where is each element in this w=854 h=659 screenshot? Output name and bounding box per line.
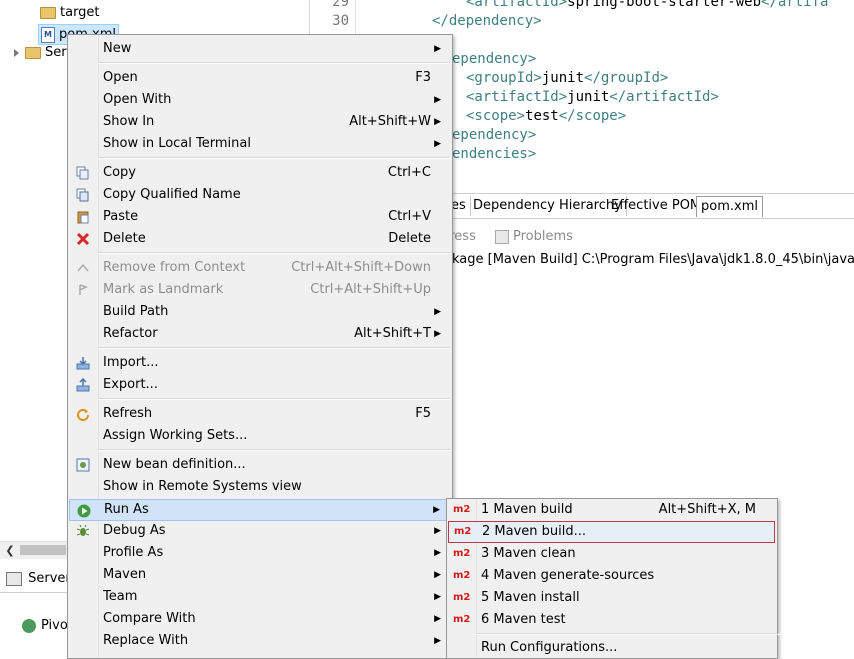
bean-icon — [76, 458, 90, 472]
submenu-item-maven-build-dialog[interactable]: m2 2 Maven build... — [448, 521, 775, 543]
menu-item-replace-with[interactable]: Replace With ▶ — [69, 630, 451, 652]
menu-item-maven[interactable]: Maven ▶ — [69, 564, 451, 586]
menu-item-paste[interactable]: Paste Ctrl+V — [69, 206, 451, 228]
menu-item-mark-as-landmark: Mark as Landmark Ctrl+Alt+Shift+Up — [69, 279, 451, 301]
submenu-item-maven-build[interactable]: m2 1 Maven build Alt+Shift+X, M — [448, 499, 776, 521]
menu-item-import[interactable]: Import... — [69, 352, 451, 374]
paste-icon — [77, 211, 89, 224]
run-as-submenu: m2 1 Maven build Alt+Shift+X, M m2 2 Maven … — [446, 498, 828, 659]
menu-item-show-in[interactable]: Show In Alt+Shift+W ▶ — [69, 111, 451, 133]
tab-pom-xml[interactable]: pom.xml — [696, 196, 763, 217]
m2-icon: m2 — [453, 592, 471, 603]
menu-item-new-bean-definition[interactable]: New bean definition... — [69, 454, 451, 476]
code-line: <artifactId>spring-boot-starter-web</art… — [466, 0, 829, 10]
folder-icon — [40, 6, 56, 19]
m2-icon: m2 — [453, 504, 471, 515]
submenu-arrow-icon: ▶ — [434, 95, 441, 105]
submenu-arrow-icon: ▶ — [434, 139, 441, 149]
debug-icon — [76, 524, 90, 536]
delete-icon — [76, 232, 90, 246]
code-line: ependency> — [452, 127, 537, 143]
code-line: <scope>test</scope> — [466, 108, 627, 124]
submenu-arrow-icon: ▶ — [434, 570, 441, 580]
menu-item-compare-with[interactable]: Compare With ▶ — [69, 608, 451, 630]
menu-item-assign-working-sets[interactable]: Assign Working Sets... — [69, 425, 451, 447]
m2-icon: m2 — [453, 614, 471, 625]
pivotal-server-item[interactable]: Pivo — [22, 616, 68, 636]
menu-item-new[interactable]: New ▶ — [69, 38, 451, 60]
menu-item-show-in-remote-systems[interactable]: Show in Remote Systems view — [69, 476, 451, 498]
menu-item-open-with[interactable]: Open With ▶ — [69, 89, 451, 111]
code-line: endencies> — [452, 146, 537, 162]
copy-icon — [76, 166, 89, 180]
menu-item-build-path[interactable]: Build Path ▶ — [69, 301, 451, 323]
submenu-item-maven-clean[interactable]: m2 3 Maven clean — [448, 543, 776, 565]
menu-item-team[interactable]: Team ▶ — [69, 586, 451, 608]
submenu-arrow-icon: ▶ — [434, 548, 441, 558]
tab-effective-pom[interactable]: Effective POM — [607, 196, 707, 216]
expand-arrow-icon[interactable] — [14, 48, 19, 57]
tree-item-servers[interactable]: Serv — [14, 43, 74, 62]
menu-item-delete[interactable]: Delete Delete — [69, 228, 451, 250]
submenu-item-maven-install[interactable]: m2 5 Maven install — [448, 587, 776, 609]
menu-item-run-as[interactable]: Run As ▶ — [69, 499, 451, 521]
m2-icon: m2 — [454, 526, 472, 537]
menu-item-copy[interactable]: Copy Ctrl+C — [69, 162, 451, 184]
code-line: <groupId>junit</groupId> — [466, 70, 669, 86]
menu-item-debug-as[interactable]: Debug As ▶ — [69, 520, 451, 542]
run-icon — [77, 504, 91, 518]
submenu-arrow-icon: ▶ — [434, 329, 441, 339]
refresh-icon — [77, 409, 89, 421]
menu-item-show-in-local-terminal[interactable]: Show in Local Terminal ▶ — [69, 133, 451, 155]
tab-dependency-hierarchy[interactable]: Dependency Hierarchy — [469, 196, 627, 216]
menu-item-refactor[interactable]: Refactor Alt+Shift+T ▶ — [69, 323, 451, 345]
remove-context-icon — [77, 263, 89, 272]
m2-icon: m2 — [453, 570, 471, 581]
pivotal-icon — [22, 618, 36, 633]
code-line: ependency> — [452, 51, 537, 67]
line-number: 29 — [332, 0, 349, 10]
export-icon — [76, 378, 90, 392]
tree-item-target[interactable]: target — [40, 3, 100, 22]
line-number: 30 — [332, 13, 349, 29]
xml-file-icon: M — [41, 26, 55, 43]
copy-qualified-icon — [76, 188, 89, 202]
submenu-arrow-icon: ▶ — [434, 307, 441, 317]
import-icon — [76, 357, 90, 370]
context-menu: New ▶ Open F3 Open With ▶ Show In Alt+Shift+… — [67, 34, 453, 659]
submenu-item-maven-test[interactable]: m2 6 Maven test — [448, 609, 776, 631]
servers-icon — [6, 571, 22, 586]
menu-item-profile-as[interactable]: Profile As ▶ — [69, 542, 451, 564]
landmark-icon — [79, 284, 88, 295]
submenu-arrow-icon: ▶ — [434, 117, 441, 127]
menu-item-copy-qualified-name[interactable]: Copy Qualified Name — [69, 184, 451, 206]
submenu-arrow-icon: ▶ — [434, 592, 441, 602]
folder-icon — [25, 46, 41, 59]
submenu-item-run-configurations[interactable]: Run Configurations... — [448, 637, 776, 659]
menu-item-refresh[interactable]: Refresh F5 — [69, 403, 451, 425]
menu-item-export[interactable]: Export... — [69, 374, 451, 396]
m2-icon: m2 — [453, 548, 471, 559]
submenu-arrow-icon: ▶ — [434, 526, 441, 536]
submenu-arrow-icon: ▶ — [434, 44, 441, 54]
submenu-arrow-icon: ▶ — [434, 614, 441, 624]
code-line: </dependency> — [432, 13, 542, 29]
menu-item-remove-from-context: Remove from Context Ctrl+Alt+Shift+Down — [69, 257, 451, 279]
menu-item-open[interactable]: Open F3 — [69, 67, 451, 89]
submenu-arrow-icon: ▶ — [433, 505, 440, 515]
submenu-arrow-icon: ▶ — [434, 636, 441, 646]
submenu-item-maven-generate-sources[interactable]: m2 4 Maven generate-sources — [448, 565, 776, 587]
code-line: <artifactId>junit</artifactId> — [466, 89, 719, 105]
scroll-left-icon[interactable]: ❮ — [4, 542, 16, 559]
problems-icon — [495, 229, 509, 244]
scrollbar-thumb[interactable] — [20, 545, 66, 555]
tab-problems[interactable]: Problems — [495, 226, 573, 248]
